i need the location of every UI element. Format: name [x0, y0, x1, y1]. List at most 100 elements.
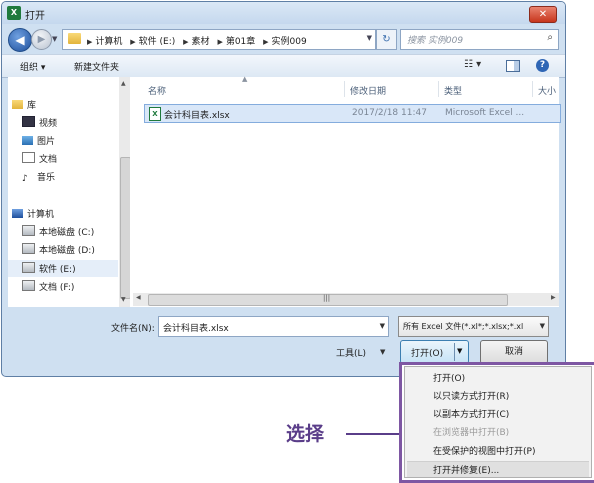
menu-item-open[interactable]: 打开(O) — [433, 371, 465, 384]
menu-item-open-copy[interactable]: 以副本方式打开(C) — [433, 407, 509, 420]
filter-value: 所有 Excel 文件(*.xl*;*.xlsx;*.xl — [403, 322, 524, 331]
help-icon[interactable]: ? — [536, 59, 549, 72]
table-row[interactable]: X 会计科目表.xlsx 2017/2/18 11:47 Microsoft E… — [144, 104, 561, 123]
tools-dropdown-icon[interactable]: ▼ — [380, 348, 385, 356]
nav-item-pictures[interactable]: 图片 — [22, 134, 55, 147]
address-row: ◀ ▶ ▼ ▶ 计算机 ▶ 软件 (E:) ▶ 素材 ▶ 第01章 ▶ 实例009 ▼ ↻… — [2, 26, 565, 52]
column-header-size[interactable]: 大小 — [538, 84, 556, 97]
annotation-pointer-line — [346, 433, 399, 435]
disk-drive-icon — [22, 262, 35, 273]
folder-icon — [68, 33, 81, 44]
excel-file-icon: X — [149, 107, 161, 121]
breadcrumb-item[interactable]: 实例009 — [272, 37, 307, 47]
open-options-menu: 打开(O) 以只读方式打开(R) 以副本方式打开(C) 在浏览器中打开(B) 在… — [399, 362, 594, 483]
organize-button[interactable]: 组织 ▾ — [20, 60, 45, 73]
search-placeholder: 搜索 实例009 — [407, 36, 464, 46]
dialog-title: 打开 — [25, 11, 45, 22]
column-header-type[interactable]: 类型 — [444, 84, 462, 97]
menu-item-open-and-repair[interactable]: 打开并修复(E)... — [433, 463, 499, 476]
column-header-modified[interactable]: 修改日期 — [350, 84, 386, 97]
filename-input[interactable]: 会计科目表.xlsx ▼ — [158, 316, 389, 337]
breadcrumb-item[interactable]: 软件 (E:) — [139, 37, 176, 47]
title-bar: X 打开 ✕ — [2, 2, 565, 24]
address-dropdown-icon[interactable]: ▼ — [367, 34, 372, 42]
menu-item-open-in-browser: 在浏览器中打开(B) — [433, 428, 510, 438]
nav-item-label: 音乐 — [37, 173, 56, 183]
nav-scroll-up-icon[interactable]: ▲ — [121, 80, 126, 87]
chevron-down-icon: ▼ — [539, 322, 545, 330]
file-type-filter-select[interactable]: 所有 Excel 文件(*.xl*;*.xlsx;*.xl ▼ — [398, 316, 549, 337]
nav-item-drive-c[interactable]: 本地磁盘 (C:) — [22, 225, 94, 238]
nav-item-computer[interactable]: 计算机 — [12, 207, 54, 220]
menu-panel: 打开(O) 以只读方式打开(R) 以副本方式打开(C) 在浏览器中打开(B) 在… — [404, 366, 592, 478]
scrollbar-grip-icon: ||| — [323, 294, 331, 302]
open-dropdown-icon[interactable]: ▼ — [457, 347, 462, 355]
breadcrumb-item[interactable]: 计算机 — [95, 37, 122, 47]
preview-pane-icon[interactable] — [506, 60, 520, 72]
menu-item-open-protected-view[interactable]: 在受保护的视图中打开(P) — [433, 444, 535, 457]
nav-item-videos[interactable]: 视频 — [22, 116, 57, 129]
nav-item-label: 库 — [27, 101, 37, 111]
nav-scroll-down-icon[interactable]: ▼ — [121, 296, 126, 303]
nav-item-documents[interactable]: 文档 — [22, 152, 57, 165]
disk-drive-icon — [22, 243, 35, 254]
new-folder-button[interactable]: 新建文件夹 — [74, 60, 119, 73]
recent-locations-dropdown-icon[interactable]: ▼ — [52, 35, 57, 43]
search-input[interactable]: 搜索 实例009 ⌕ — [400, 29, 559, 50]
breadcrumb-separator-icon: ▶ — [217, 38, 223, 46]
file-type: Microsoft Excel ... — [445, 108, 525, 118]
file-date: 2017/2/18 11:47 — [352, 108, 427, 118]
open-button[interactable]: 打开(O) — [411, 346, 443, 359]
split-divider — [454, 343, 455, 361]
address-bar[interactable]: ▶ 计算机 ▶ 软件 (E:) ▶ 素材 ▶ 第01章 ▶ 实例009 ▼ — [62, 29, 376, 50]
disk-drive-icon — [22, 280, 35, 291]
chevron-down-icon[interactable]: ▼ — [380, 322, 385, 330]
refresh-icon: ↻ — [382, 34, 391, 45]
cancel-button[interactable]: 取消 — [480, 340, 548, 364]
nav-item-music[interactable]: ♪ 音乐 — [22, 170, 56, 184]
nav-item-drive-d[interactable]: 本地磁盘 (D:) — [22, 243, 95, 256]
breadcrumb-separator-icon: ▶ — [263, 38, 269, 46]
refresh-button[interactable]: ↻ — [376, 29, 397, 50]
column-divider[interactable] — [344, 81, 345, 97]
scroll-left-icon[interactable]: ◀ — [136, 294, 141, 301]
column-header-name[interactable]: 名称 — [148, 84, 166, 97]
scroll-right-icon[interactable]: ▶ — [551, 294, 556, 301]
breadcrumb-item[interactable]: 素材 — [192, 37, 210, 47]
computer-icon — [12, 209, 23, 218]
forward-arrow-icon: ▶ — [37, 34, 46, 45]
library-icon — [12, 100, 23, 109]
breadcrumb: ▶ 计算机 ▶ 软件 (E:) ▶ 素材 ▶ 第01章 ▶ 实例009 — [85, 34, 310, 47]
open-dialog: X 打开 ✕ ◀ ▶ ▼ ▶ 计算机 ▶ 软件 (E:) ▶ 素材 ▶ 第01章 ▶ 实例… — [1, 1, 566, 377]
document-icon — [22, 152, 35, 163]
nav-item-label: 图片 — [37, 137, 56, 147]
nav-item-drive-f[interactable]: 文档 (F:) — [22, 280, 74, 293]
picture-icon — [22, 136, 33, 145]
breadcrumb-separator-icon: ▶ — [183, 38, 189, 46]
nav-item-library[interactable]: 库 — [12, 98, 36, 111]
tools-menu-button[interactable]: 工具(L) — [336, 346, 366, 359]
column-divider[interactable] — [438, 81, 439, 97]
filename-value: 会计科目表.xlsx — [163, 324, 229, 334]
sort-ascending-icon: ▲ — [242, 75, 248, 83]
nav-item-label: 视频 — [39, 119, 58, 129]
video-icon — [22, 116, 35, 127]
column-divider[interactable] — [532, 81, 533, 97]
breadcrumb-item[interactable]: 第01章 — [226, 37, 255, 47]
breadcrumb-separator-icon: ▶ — [130, 38, 136, 46]
close-button[interactable]: ✕ — [529, 6, 557, 23]
forward-button[interactable]: ▶ — [31, 29, 52, 50]
nav-item-drive-e[interactable]: 软件 (E:) — [22, 262, 76, 275]
command-bar: 组织 ▾ 新建文件夹 ☷ ▾ ? — [2, 54, 565, 78]
music-note-icon: ♪ — [22, 174, 28, 184]
disk-drive-icon — [22, 225, 35, 236]
menu-item-open-readonly[interactable]: 以只读方式打开(R) — [433, 389, 509, 402]
nav-item-label: 软件 (E:) — [39, 265, 76, 275]
view-options-button[interactable]: ☷ ▾ — [464, 59, 481, 70]
back-button[interactable]: ◀ — [8, 28, 32, 52]
open-split-button[interactable]: 打开(O) ▼ — [400, 340, 469, 364]
breadcrumb-separator-icon: ▶ — [87, 38, 93, 46]
nav-item-label: 本地磁盘 (C:) — [39, 228, 95, 238]
back-arrow-icon: ◀ — [15, 33, 25, 47]
nav-item-label: 文档 — [39, 155, 58, 165]
